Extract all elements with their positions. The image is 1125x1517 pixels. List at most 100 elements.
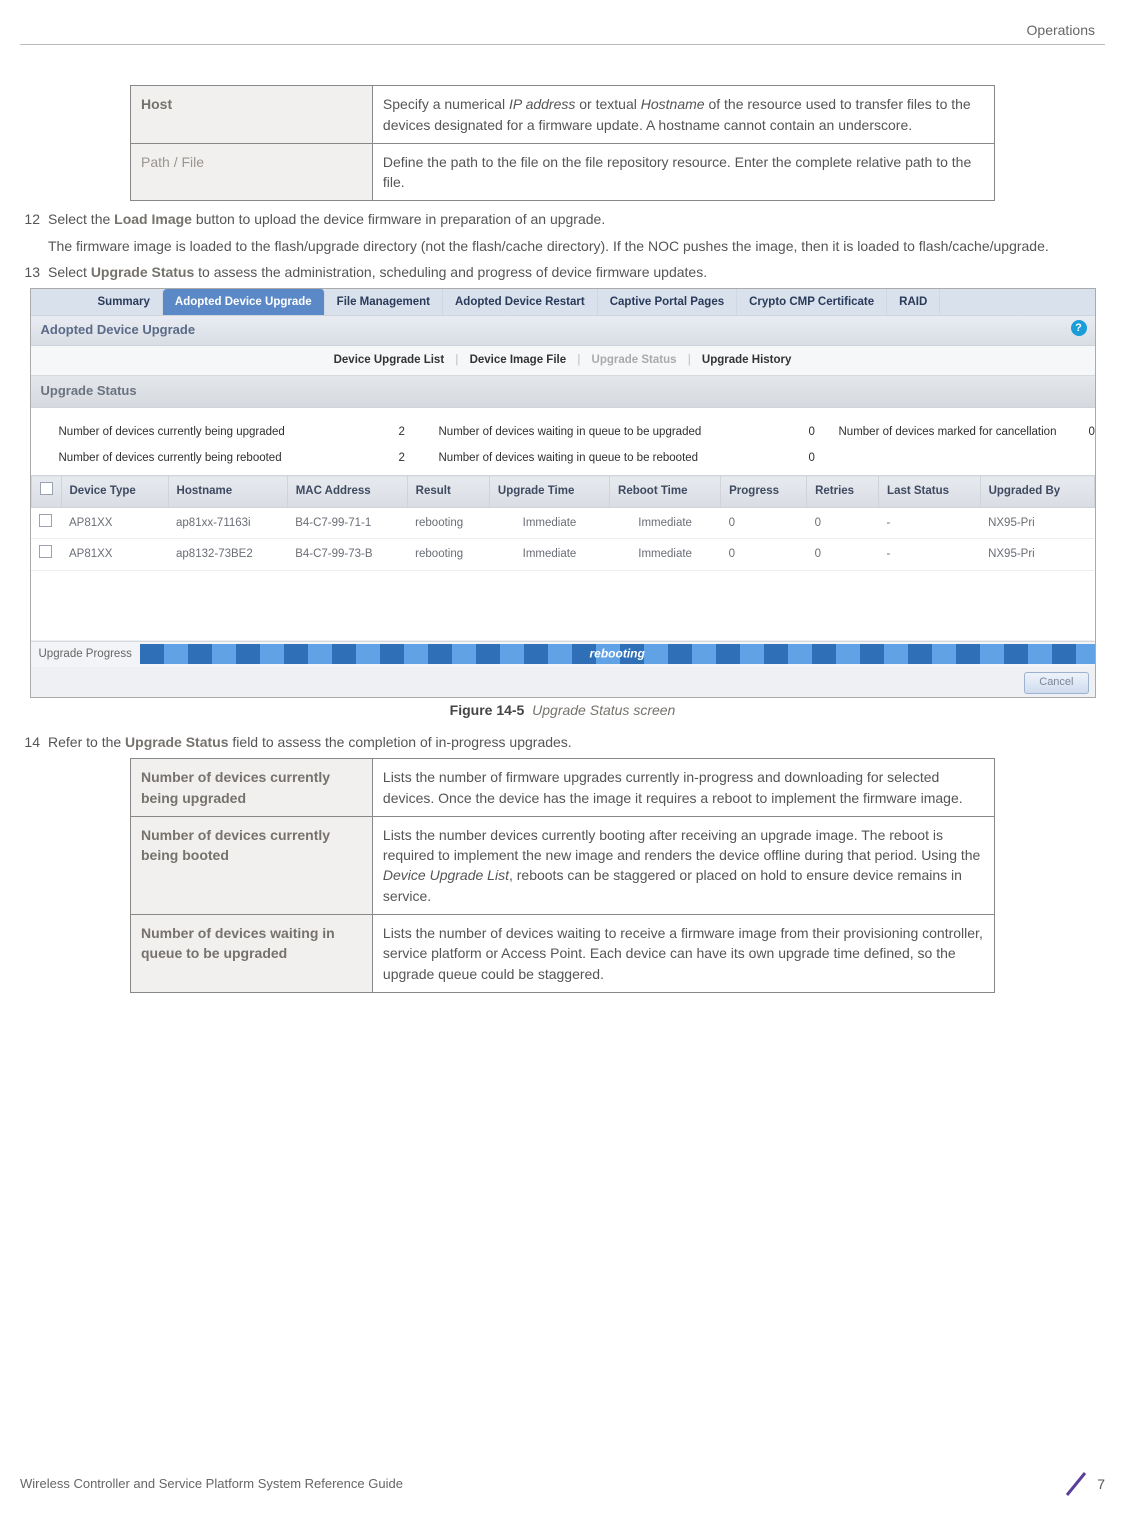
step-number: 12	[20, 209, 40, 256]
figure-caption: Figure 14-5 Upgrade Status screen	[20, 700, 1105, 720]
stat-label: Number of devices currently being upgrad…	[59, 424, 399, 441]
tab-adopted-device-upgrade[interactable]: Adopted Device Upgrade	[163, 289, 325, 315]
row-checkbox[interactable]	[39, 545, 52, 558]
step-text: field to assess the completion of in-pro…	[229, 734, 572, 750]
def-label: Number of devices currently being upgrad…	[131, 759, 373, 817]
upgrade-progress-row: Upgrade Progress rebooting	[31, 641, 1095, 667]
cell: 0	[721, 539, 807, 571]
step-text: Select the	[48, 211, 114, 227]
subtab-upgrade-history[interactable]: Upgrade History	[702, 354, 791, 366]
section-head: Upgrade Status	[31, 376, 1095, 408]
select-all-checkbox[interactable]	[40, 482, 53, 495]
col-hostname[interactable]: Hostname	[168, 476, 287, 508]
stat-value: 2	[399, 450, 439, 467]
tab-captive-portal-pages[interactable]: Captive Portal Pages	[598, 289, 737, 315]
col-mac-address[interactable]: MAC Address	[287, 476, 407, 508]
device-table: Device Type Hostname MAC Address Result …	[31, 475, 1095, 641]
col-result[interactable]: Result	[407, 476, 489, 508]
definition-table-top: Host Specify a numerical IP address or t…	[130, 85, 995, 201]
header-rule	[20, 44, 1105, 45]
col-upgraded-by[interactable]: Upgraded By	[980, 476, 1094, 508]
def-label: Number of devices currently being booted	[131, 816, 373, 914]
table-row: Number of devices currently being upgrad…	[131, 759, 995, 817]
col-upgrade-time[interactable]: Upgrade Time	[489, 476, 609, 508]
help-icon[interactable]: ?	[1071, 320, 1087, 336]
upgrade-stats: Number of devices currently being upgrad…	[31, 408, 1095, 475]
def-desc: Lists the number of devices waiting to r…	[372, 915, 994, 993]
step-text: Refer to the	[48, 734, 125, 750]
definition-table-bottom: Number of devices currently being upgrad…	[130, 758, 995, 993]
stat-value: 0	[809, 424, 839, 441]
col-reboot-time[interactable]: Reboot Time	[610, 476, 721, 508]
stat-label: Number of devices waiting in queue to be…	[439, 450, 809, 467]
table-row[interactable]: AP81XX ap8132-73BE2 B4-C7-99-73-B reboot…	[31, 539, 1094, 571]
cell: rebooting	[407, 507, 489, 539]
cell: NX95-Pri	[980, 539, 1094, 571]
progress-bar: rebooting	[140, 644, 1095, 664]
step-text: Select	[48, 264, 91, 280]
page-footer: Wireless Controller and Service Platform…	[20, 1469, 1105, 1499]
progress-text: rebooting	[589, 646, 644, 663]
cell: rebooting	[407, 539, 489, 571]
tab-file-management[interactable]: File Management	[325, 289, 443, 315]
progress-label: Upgrade Progress	[31, 642, 140, 667]
def-label: Number of devices waiting in queue to be…	[131, 915, 373, 993]
step-paragraph: The firmware image is loaded to the flas…	[48, 236, 1105, 256]
page-number: 7	[1097, 1474, 1105, 1494]
sub-tabs: Device Upgrade List | Device Image File …	[31, 346, 1095, 376]
def-label: Host	[131, 86, 373, 144]
def-label: Path / File	[131, 143, 373, 201]
def-desc: Lists the number devices currently booti…	[372, 816, 994, 914]
cell: Immediate	[489, 507, 609, 539]
cancel-button[interactable]: Cancel	[1024, 672, 1088, 694]
step-text: to assess the administration, scheduling…	[194, 264, 707, 280]
cell: -	[879, 507, 981, 539]
upgrade-status-label: Upgrade Status	[125, 734, 228, 750]
step-14: 14 Refer to the Upgrade Status field to …	[20, 732, 1105, 752]
table-row: Number of devices currently being booted…	[131, 816, 995, 914]
panel-title: Adopted Device Upgrade ?	[31, 315, 1095, 346]
cell: -	[879, 539, 981, 571]
cell: Immediate	[489, 539, 609, 571]
subtab-upgrade-status[interactable]: Upgrade Status	[592, 354, 677, 366]
col-last-status[interactable]: Last Status	[879, 476, 981, 508]
step-13: 13 Select Upgrade Status to assess the a…	[20, 262, 1105, 282]
stat-value: 0	[1089, 424, 1109, 441]
step-12: 12 Select the Load Image button to uploa…	[20, 209, 1105, 256]
footer-left: Wireless Controller and Service Platform…	[20, 1475, 403, 1494]
cell: AP81XX	[61, 539, 168, 571]
cell: 0	[721, 507, 807, 539]
stat-value: 0	[809, 450, 839, 467]
cell: NX95-Pri	[980, 507, 1094, 539]
table-row: Host Specify a numerical IP address or t…	[131, 86, 995, 144]
tab-raid[interactable]: RAID	[887, 289, 940, 315]
def-desc: Specify a numerical IP address or textua…	[372, 86, 994, 144]
cell: AP81XX	[61, 507, 168, 539]
table-row: Path / File Define the path to the file …	[131, 143, 995, 201]
cell: B4-C7-99-73-B	[287, 539, 407, 571]
upgrade-status-label: Upgrade Status	[91, 264, 194, 280]
def-desc: Define the path to the file on the file …	[372, 143, 994, 201]
cell: ap8132-73BE2	[168, 539, 287, 571]
col-progress[interactable]: Progress	[721, 476, 807, 508]
stat-label: Number of devices marked for cancellatio…	[839, 424, 1089, 441]
stat-label: Number of devices currently being reboot…	[59, 450, 399, 467]
step-number: 13	[20, 262, 40, 282]
subtab-device-image-file[interactable]: Device Image File	[470, 354, 567, 366]
tab-adopted-device-restart[interactable]: Adopted Device Restart	[443, 289, 598, 315]
step-number: 14	[20, 732, 40, 752]
cell: ap81xx-71163i	[168, 507, 287, 539]
table-row[interactable]: AP81XX ap81xx-71163i B4-C7-99-71-1 reboo…	[31, 507, 1094, 539]
subtab-device-upgrade-list[interactable]: Device Upgrade List	[334, 354, 445, 366]
cell: Immediate	[610, 539, 721, 571]
tab-summary[interactable]: Summary	[86, 289, 163, 315]
tab-crypto-cmp-certificate[interactable]: Crypto CMP Certificate	[737, 289, 887, 315]
col-device-type[interactable]: Device Type	[61, 476, 168, 508]
cell: 0	[807, 539, 879, 571]
load-image-label: Load Image	[114, 211, 192, 227]
row-checkbox[interactable]	[39, 514, 52, 527]
stat-value: 2	[399, 424, 439, 441]
stat-label: Number of devices waiting in queue to be…	[439, 424, 809, 441]
cell: 0	[807, 507, 879, 539]
col-retries[interactable]: Retries	[807, 476, 879, 508]
